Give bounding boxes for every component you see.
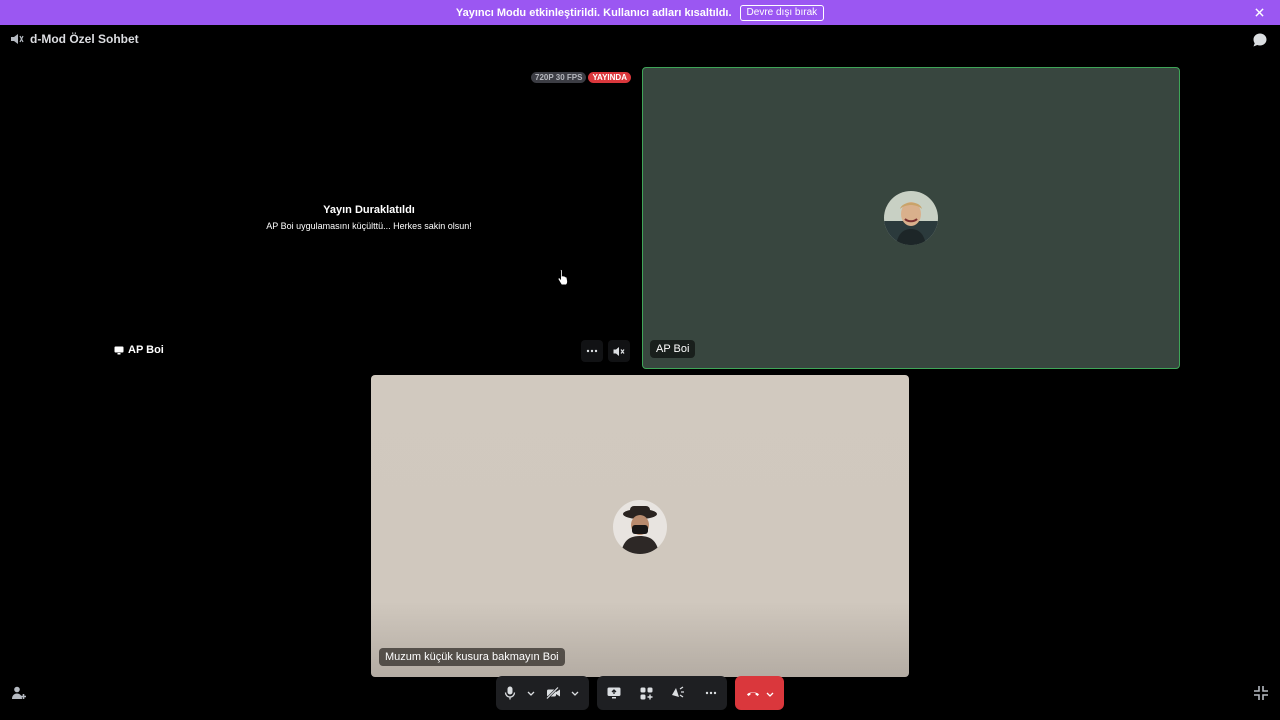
chevron-down-icon[interactable] [568, 676, 582, 710]
paused-title: Yayın Duraklatıldı [323, 204, 415, 216]
activities-icon[interactable] [630, 676, 662, 710]
live-badge: YAYINDA [588, 72, 631, 83]
soundboard-icon[interactable] [662, 676, 694, 710]
quality-badge: 720P 30 FPS [531, 72, 587, 83]
participant-tile-top[interactable]: AP Boi [642, 67, 1180, 369]
streamer-label: AP Boi [114, 344, 164, 356]
more-horizontal-icon[interactable] [694, 676, 727, 710]
participant-name-top: AP Boi [650, 340, 696, 358]
channel-title: d-Mod Özel Sohbet [30, 32, 139, 46]
stream-paused-message: Yayın Duraklatıldı AP Boi uygulamasını k… [160, 204, 578, 231]
volume-mute-icon[interactable] [608, 340, 630, 362]
speaker-icon [10, 32, 24, 46]
chat-bubble-icon[interactable] [1252, 32, 1268, 48]
stream-badges: 720P 30 FPS YAYINDA [531, 72, 631, 83]
avatar [884, 191, 938, 245]
chevron-down-icon[interactable] [766, 684, 774, 702]
activity-controls [597, 676, 727, 710]
channel-header: d-Mod Özel Sohbet [10, 32, 139, 46]
participant-name-bottom: Muzum küçük kusura bakmayın Boi [379, 648, 565, 666]
camera-off-icon[interactable] [538, 676, 568, 710]
microphone-icon[interactable] [496, 676, 524, 710]
screen-share-icon[interactable] [597, 676, 630, 710]
participant-tile-bottom[interactable]: Muzum küçük kusura bakmayın Boi [371, 375, 909, 677]
streamer-name: AP Boi [128, 344, 164, 356]
disconnect-button[interactable] [735, 676, 784, 710]
monitor-icon [114, 346, 124, 354]
hang-up-icon[interactable] [746, 684, 760, 702]
close-icon[interactable] [1252, 5, 1266, 19]
streamer-mode-banner: Yayıncı Modu etkinleştirildi. Kullanıcı … [0, 0, 1280, 25]
stream-more-button[interactable] [581, 340, 603, 362]
disable-streamer-mode-button[interactable]: Devre dışı bırak [739, 4, 825, 21]
paused-subtitle: AP Boi uygulamasını küçülttü... Herkes s… [266, 221, 472, 231]
chevron-down-icon[interactable] [524, 676, 538, 710]
exit-fullscreen-icon[interactable] [1253, 685, 1269, 701]
pointer-cursor-icon [557, 268, 569, 286]
invite-people-icon[interactable] [11, 685, 27, 701]
media-controls [496, 676, 589, 710]
avatar [613, 500, 667, 554]
banner-text: Yayıncı Modu etkinleştirildi. Kullanıcı … [455, 6, 732, 19]
